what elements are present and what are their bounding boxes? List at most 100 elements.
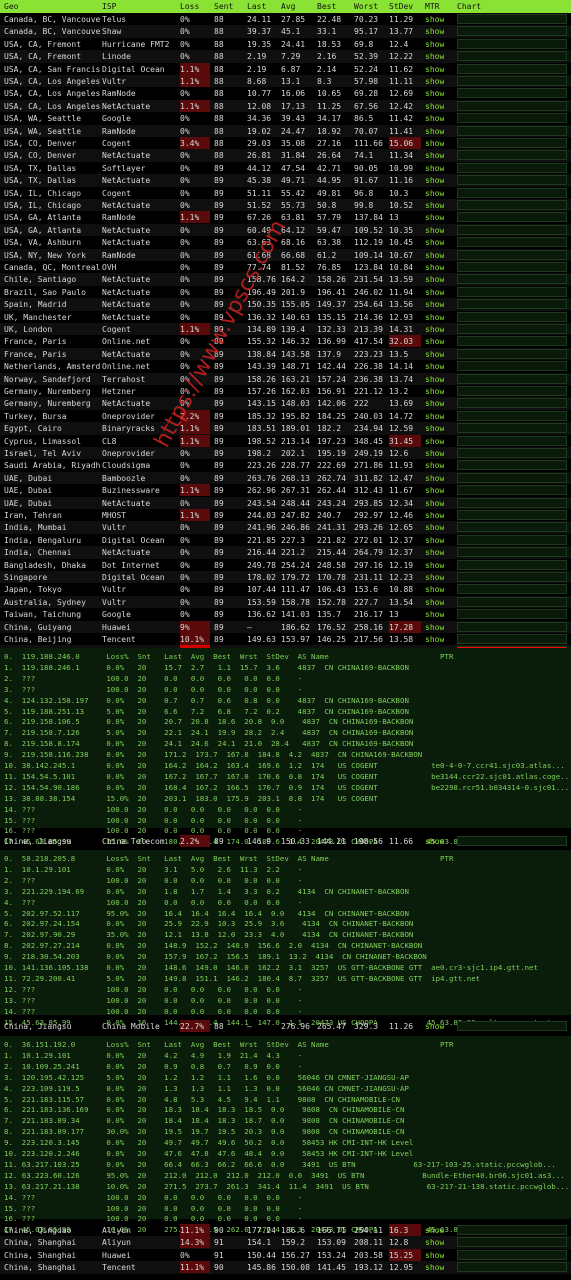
cell-geo: Canada, BC, Vancouver (4, 15, 100, 24)
mtr-show-link[interactable]: show (425, 65, 444, 74)
mtr-show-link[interactable]: show (425, 300, 444, 309)
cell-std: 12.6 (389, 449, 409, 458)
table-row: Netherlands, Amsterdam Online.net 0% 89 143.… (0, 360, 571, 372)
cell-avg: 7.29 (281, 52, 301, 62)
mtr-show-link[interactable]: show (425, 40, 444, 49)
mtr-show-link[interactable]: show (425, 263, 444, 272)
mtr-show-link[interactable]: show (425, 313, 444, 322)
mtr-show-link[interactable]: show (425, 201, 444, 210)
mtr-show-link[interactable]: show (425, 213, 444, 222)
cell-last: 2.19 (247, 52, 267, 62)
mtr-show-link[interactable]: show (425, 387, 444, 396)
mtr-show-link[interactable]: show (425, 275, 444, 284)
latency-sparkline (457, 348, 567, 359)
cell-isp: NetActuate (102, 312, 151, 322)
mtr-show-link[interactable]: show (425, 412, 444, 421)
cell-loss: 0% (180, 573, 190, 582)
cell-avg: 39.43 (281, 114, 306, 124)
mtr-show-link[interactable]: show (425, 1022, 444, 1031)
mtr-show-link[interactable]: show (425, 251, 444, 260)
mtr-show-link[interactable]: show (425, 523, 444, 532)
cell-loss: 0% (180, 585, 190, 595)
cell-isp: Online.net (102, 337, 151, 347)
mtr-show-link[interactable]: show (425, 610, 444, 619)
cell-last: 143.39 (247, 362, 276, 372)
mtr-show-link[interactable]: show (425, 15, 444, 24)
mtr-show-link[interactable]: show (425, 375, 444, 384)
mtr-hop: 5. 221.183.115.57 0.0% 20 4.8 5.3 4.5 9.… (4, 1094, 401, 1104)
mtr-show-link[interactable]: show (425, 573, 444, 582)
mtr-show-link[interactable]: show (425, 1263, 444, 1272)
mtr-show-link[interactable]: show (425, 486, 444, 495)
table-row: China, Shanghai Huawei 0% 91 150.44 156.27 153… (0, 1248, 571, 1261)
mtr-show-link[interactable]: show (425, 52, 444, 61)
mtr-show-link[interactable]: show (425, 102, 444, 111)
mtr-show-link[interactable]: show (425, 27, 444, 36)
latency-sparkline (457, 138, 567, 148)
mtr-show-link[interactable]: show (425, 325, 444, 334)
mtr-show-link[interactable]: show (425, 337, 444, 346)
mtr-show-link[interactable]: show (425, 399, 444, 408)
cell-last: 8.68 (247, 77, 267, 86)
mtr-show-link[interactable]: show (425, 474, 444, 483)
mtr-hop: 5. 202.97.52.117 95.0% 20 16.4 16.4 16.4… (4, 908, 409, 918)
mtr-show-link[interactable]: show (425, 635, 444, 644)
cell-last: 178.02 (247, 573, 276, 582)
mtr-show-link[interactable]: show (425, 1251, 444, 1260)
cell-loss: 0% (180, 523, 190, 533)
mtr-show-link[interactable]: show (425, 511, 444, 520)
cell-last: 149.63 (247, 635, 276, 644)
mtr-show-link[interactable]: show (425, 837, 444, 846)
mtr-show-link[interactable]: show (425, 461, 444, 470)
cell-worst: 96.8 (354, 188, 374, 198)
cell-worst: 208.11 (354, 1238, 383, 1248)
cell-loss: 0% (180, 548, 190, 558)
cell-avg: 158.78 (281, 597, 310, 607)
cell-sent: 89 (214, 250, 224, 260)
mtr-show-link[interactable]: show (425, 89, 444, 98)
cell-best: 262.74 (317, 473, 346, 483)
mtr-show-link[interactable]: show (425, 114, 444, 123)
cell-worst: 90.05 (354, 163, 379, 173)
mtr-hop: 15. ??? 100.0 20 0.0 0.0 0.0 0.0 0.0 - (4, 1203, 303, 1213)
mtr-show-link[interactable]: show (425, 164, 444, 173)
mtr-show-link[interactable]: show (425, 189, 444, 198)
cell-std: 31.45 (389, 434, 421, 447)
mtr-show-link[interactable]: show (425, 238, 444, 247)
mtr-show-link[interactable]: show (425, 350, 444, 359)
cell-best: 221.82 (317, 535, 346, 545)
table-row: Egypt, Cairo Binaryracks 1.1% 89 183.51 189.0… (0, 422, 571, 435)
mtr-show-link[interactable]: show (425, 585, 444, 594)
mtr-show-link[interactable]: show (425, 536, 444, 545)
cell-isp: Tencent (102, 1263, 136, 1273)
mtr-show-link[interactable]: show (425, 127, 444, 136)
mtr-show-link[interactable]: show (425, 226, 444, 235)
cell-best: 141.45 (317, 1263, 346, 1273)
mtr-show-link[interactable]: show (425, 77, 444, 86)
mtr-show-link[interactable]: show (425, 623, 444, 632)
mtr-show-link[interactable]: show (425, 499, 444, 508)
cell-isp: RamNode (102, 126, 136, 136)
mtr-show-link[interactable]: show (425, 424, 444, 433)
mtr-show-link[interactable]: show (425, 139, 444, 148)
cell-isp: Cogent (102, 139, 131, 148)
mtr-show-link[interactable]: show (425, 598, 444, 607)
mtr-show-link[interactable]: show (425, 437, 444, 446)
mtr-show-link[interactable]: show (425, 1226, 444, 1235)
mtr-show-link[interactable]: show (425, 362, 444, 371)
cell-geo: India, Chennai (4, 548, 72, 558)
mtr-show-link[interactable]: show (425, 1238, 444, 1247)
mtr-show-link[interactable]: show (425, 548, 444, 557)
cell-last: 157.26 (247, 387, 276, 396)
mtr-show-link[interactable]: show (425, 561, 444, 570)
cell-isp: Digital Ocean (102, 64, 165, 74)
mtr-show-link[interactable]: show (425, 449, 444, 458)
mtr-show-link[interactable]: show (425, 176, 444, 185)
cell-worst: 69.28 (354, 89, 379, 99)
mtr-show-link[interactable]: show (425, 288, 444, 297)
cell-std: 11.66 (389, 837, 414, 846)
mtr-show-link[interactable]: show (425, 151, 444, 160)
cell-avg: 150.08 (281, 1263, 310, 1273)
table-row: Israel, Tel Aviv Oneprovider 0% 89 198.2 202.… (0, 447, 571, 460)
cell-std: 12.37 (389, 548, 414, 558)
